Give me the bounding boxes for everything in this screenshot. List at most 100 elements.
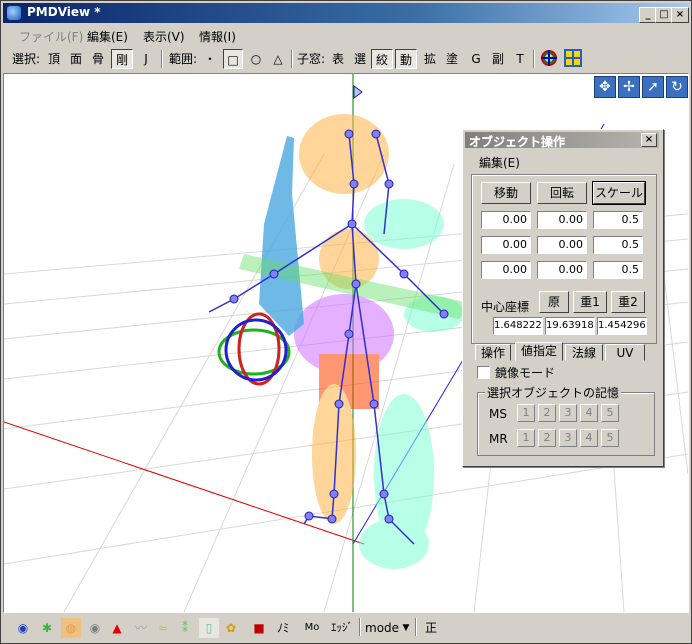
value-field-r3c2[interactable]: 0.00 <box>537 261 587 279</box>
center-y-field[interactable]: 19.63918 <box>545 317 595 335</box>
range-point-button[interactable]: ・ <box>201 49 219 69</box>
view-move-icon[interactable]: ✥ <box>594 76 616 98</box>
menu-view[interactable]: 表示(V) <box>143 28 185 45</box>
edge-button[interactable]: ｴｯｼﾞ <box>327 618 357 638</box>
center-weight2-button[interactable]: 重2 <box>611 291 645 313</box>
move-button[interactable]: 移動 <box>481 182 531 204</box>
menu-info[interactable]: 情報(I) <box>199 28 236 45</box>
sei-button[interactable]: 正 <box>421 618 441 638</box>
subwin-label: 子窓: <box>296 52 326 66</box>
ms-slot-1[interactable]: 1 <box>517 404 535 422</box>
panel-menu-edit[interactable]: 編集(E) <box>479 154 520 171</box>
face-display-icon[interactable]: ✱ <box>37 618 57 638</box>
subwin-scale-button[interactable]: 拡 <box>421 49 439 69</box>
nomi-button[interactable]: ﾉﾐ <box>271 618 295 638</box>
material-display-icon[interactable]: ◍ <box>61 618 81 638</box>
value-field-r2c1[interactable]: 0.00 <box>481 236 531 254</box>
subwin-text-button[interactable]: T <box>511 49 529 69</box>
subwin-select-button[interactable]: 選 <box>351 49 369 69</box>
mr-slot-1[interactable]: 1 <box>517 429 535 447</box>
mirror-label: 鏡像モード <box>495 366 556 380</box>
view-pan-icon[interactable]: ✢ <box>618 76 640 98</box>
value-field-r2c2[interactable]: 0.00 <box>537 236 587 254</box>
tab-operation[interactable]: 操作 <box>475 344 511 361</box>
select-vertex-button[interactable]: 頂 <box>45 49 63 69</box>
bone-display-icon[interactable]: ⁑ <box>175 618 195 638</box>
mr-slot-4[interactable]: 4 <box>580 429 598 447</box>
value-field-r3c3[interactable]: 0.5 <box>593 261 643 279</box>
statusbar-separator <box>359 618 361 636</box>
value-field-r3c1[interactable]: 0.00 <box>481 261 531 279</box>
panel-title-bar[interactable]: オブジェクト操作 × <box>465 132 659 149</box>
center-coords-label: 中心座標 <box>481 300 530 314</box>
mr-slot-2[interactable]: 2 <box>538 429 556 447</box>
select-bone-button[interactable]: 骨 <box>89 49 107 69</box>
view-rotate-icon[interactable]: ↻ <box>666 76 688 98</box>
toolbar-separator <box>533 50 535 68</box>
range-rect-button[interactable]: □ <box>223 49 243 69</box>
color-display-icon[interactable]: ■ <box>249 618 269 638</box>
rotate-button[interactable]: 回転 <box>537 182 587 204</box>
select-joint-button[interactable]: J <box>137 49 155 69</box>
app-window: PMDView * _ □ × ファイル(F) 編集(E) 表示(V) 情報(I… <box>0 0 692 644</box>
app-icon <box>7 6 21 20</box>
triangle-display-icon[interactable]: ▲ <box>107 618 127 638</box>
menu-edit[interactable]: 編集(E) <box>87 28 128 45</box>
title-bar[interactable]: PMDView * _ □ × <box>3 3 689 23</box>
hair-mesh <box>259 136 304 336</box>
point-display-icon[interactable]: ◉ <box>85 618 105 638</box>
window-title: PMDView * <box>27 5 101 19</box>
center-z-field[interactable]: 1.454296 <box>597 317 647 335</box>
mr-slot-5[interactable]: 5 <box>601 429 619 447</box>
quad-view-icon[interactable] <box>563 49 583 69</box>
curve-display-icon[interactable]: ≈ <box>153 618 173 638</box>
subwin-move-button[interactable]: 動 <box>395 49 417 69</box>
tab-value[interactable]: 値指定 <box>515 342 563 361</box>
subwin-filter-button[interactable]: 絞 <box>371 49 393 69</box>
range-circle-button[interactable]: ○ <box>247 49 265 69</box>
select-rigid-button[interactable]: 剛 <box>111 49 133 69</box>
ms-slot-4[interactable]: 4 <box>580 404 598 422</box>
range-triangle-button[interactable]: △ <box>269 49 287 69</box>
ms-slot-2[interactable]: 2 <box>538 404 556 422</box>
ms-slot-5[interactable]: 5 <box>601 404 619 422</box>
value-field-r1c1[interactable]: 0.00 <box>481 211 531 229</box>
center-weight1-button[interactable]: 重1 <box>573 291 607 313</box>
value-field-r1c3[interactable]: 0.5 <box>593 211 643 229</box>
panel-title: オブジェクト操作 <box>469 135 566 149</box>
subwin-paint-button[interactable]: 塗 <box>443 49 461 69</box>
value-field-r2c3[interactable]: 0.5 <box>593 236 643 254</box>
wire-display-icon[interactable]: 〰 <box>129 618 153 638</box>
subwin-table-button[interactable]: 表 <box>329 49 347 69</box>
center-x-field[interactable]: 1.648222 <box>493 317 543 335</box>
scale-button[interactable]: スケール <box>592 181 646 205</box>
menu-bar: ファイル(F) 編集(E) 表示(V) 情報(I) <box>3 25 689 45</box>
close-button[interactable]: × <box>671 7 689 23</box>
axis-gizmo-icon[interactable] <box>539 49 559 69</box>
menu-file[interactable]: ファイル(F) <box>19 28 83 45</box>
ms-label: MS <box>489 407 507 421</box>
select-face-button[interactable]: 面 <box>67 49 85 69</box>
mirror-checkbox[interactable] <box>477 366 490 379</box>
mr-slot-3[interactable]: 3 <box>559 429 577 447</box>
toolbar-separator <box>291 50 293 68</box>
subwin-group-button[interactable]: G <box>467 49 485 69</box>
panel-close-button[interactable]: × <box>641 133 657 147</box>
center-origin-button[interactable]: 原 <box>539 291 569 313</box>
tab-uv[interactable]: UV <box>605 344 645 361</box>
chevron-down-icon[interactable]: ▼ <box>401 618 411 638</box>
view-zoom-icon[interactable]: ➚ <box>642 76 664 98</box>
vertex-display-icon[interactable]: ◉ <box>13 618 33 638</box>
joint-display-icon[interactable]: ✿ <box>221 618 241 638</box>
subwin-sub-button[interactable]: 副 <box>489 49 507 69</box>
mo-button[interactable]: Mo <box>299 618 325 638</box>
range-label: 範囲: <box>168 52 198 66</box>
ms-slot-3[interactable]: 3 <box>559 404 577 422</box>
mode-dropdown[interactable]: mode <box>365 618 399 638</box>
bottom-toolbar: ◉ ✱ ◍ ◉ ▲ 〰 ≈ ⁑ ▯ ✿ ■ ﾉﾐ Mo ｴｯｼﾞ mode ▼ … <box>3 615 689 641</box>
value-field-r1c2[interactable]: 0.00 <box>537 211 587 229</box>
object-operation-panel: オブジェクト操作 × 編集(E) 移動 回転 スケール 0.00 0.00 0.… <box>462 129 664 467</box>
rigid-display-icon[interactable]: ▯ <box>199 618 219 638</box>
memory-group-label: 選択オブジェクトの記憶 <box>485 384 622 401</box>
tab-normal[interactable]: 法線 <box>565 344 603 361</box>
